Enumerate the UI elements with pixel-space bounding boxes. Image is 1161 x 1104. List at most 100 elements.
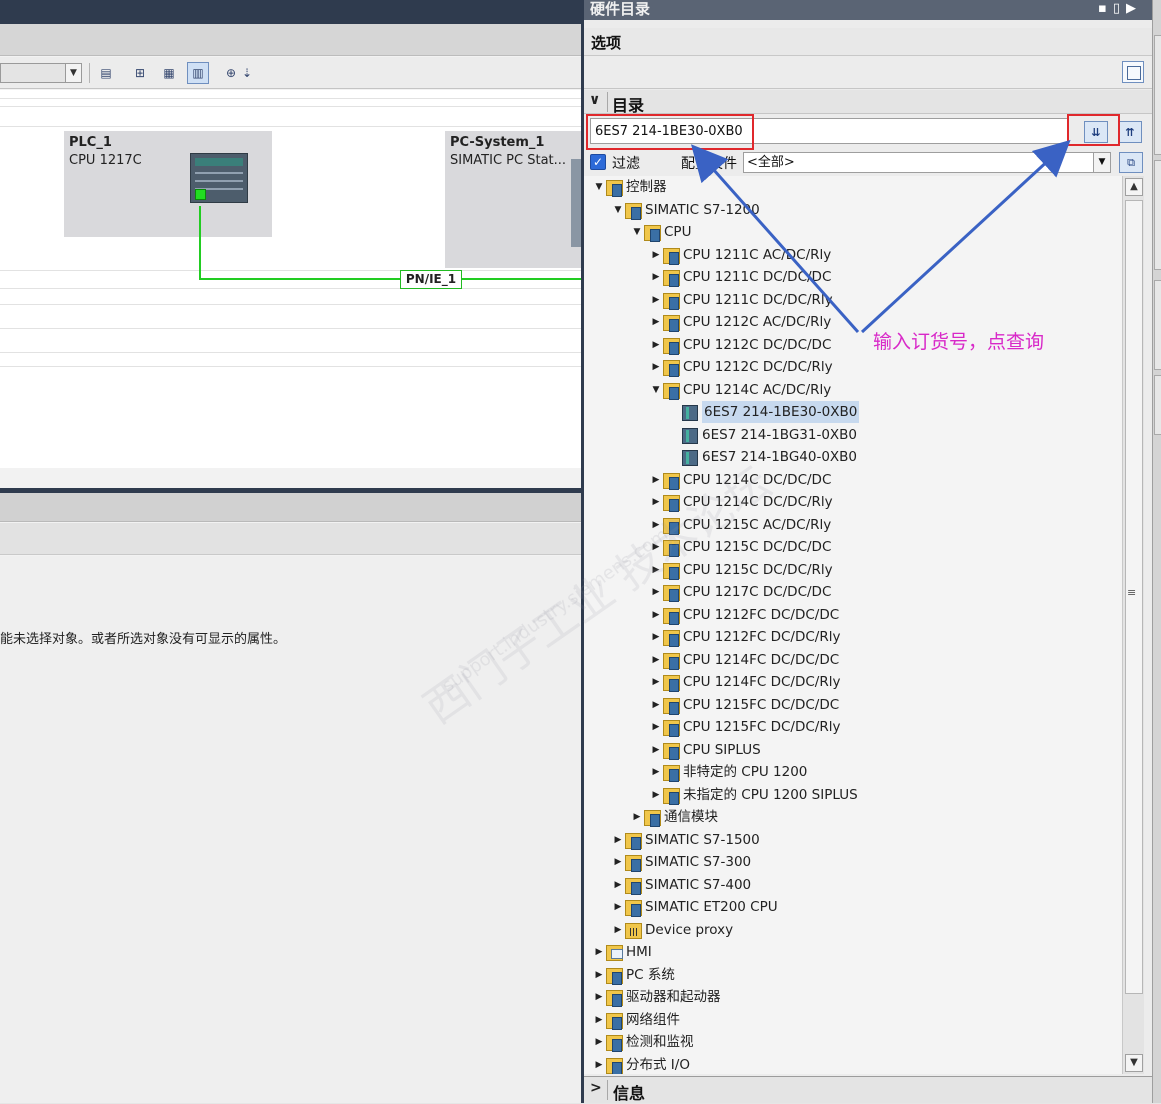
tree-node[interactable]: ▶ SIMATIC S7-400 (584, 874, 1122, 896)
tree-node[interactable]: ▶ CPU 1215C AC/DC/Rly (584, 514, 1122, 536)
tree-node[interactable]: ▶ CPU 1211C DC/DC/DC (584, 266, 1122, 288)
chevron-down-icon[interactable]: ∨ (589, 92, 600, 108)
tree-node[interactable]: ▶ CPU 1214FC DC/DC/DC (584, 649, 1122, 671)
connection-type-dropdown[interactable]: ▼ (0, 63, 82, 83)
expand-right-icon[interactable]: ▶ (651, 469, 661, 491)
expand-right-icon[interactable]: ▶ (613, 874, 623, 896)
expand-down-icon[interactable]: ▼ (632, 221, 642, 243)
chevron-right-icon[interactable]: > (590, 1080, 602, 1096)
tree-node[interactable]: ▶ 未指定的 CPU 1200 SIPLUS (584, 784, 1122, 806)
catalog-item[interactable]: 6ES7 214-1BG31-0XB0 (584, 424, 1122, 446)
filter-checkbox[interactable]: ✓ (590, 154, 606, 170)
tree-node[interactable]: ▶ CPU 1215C DC/DC/Rly (584, 559, 1122, 581)
expand-right-icon[interactable]: ▶ (651, 266, 661, 288)
tree-node[interactable]: ▶ 分布式 I/O (584, 1054, 1122, 1075)
device-pc-system[interactable]: PC-System_1 SIMATIC PC Stat... (445, 131, 581, 268)
tree-node[interactable]: ▶ CPU 1212FC DC/DC/Rly (584, 626, 1122, 648)
expand-right-icon[interactable]: ▶ (651, 649, 661, 671)
profile-settings-icon[interactable]: ⧉ (1119, 152, 1143, 173)
expand-right-icon[interactable]: ▶ (651, 536, 661, 558)
tree-node[interactable]: ▶ CPU 1214C DC/DC/Rly (584, 491, 1122, 513)
expand-right-icon[interactable]: ▶ (651, 514, 661, 536)
search-up-icon[interactable]: ⇈ (1118, 121, 1142, 143)
tree-node[interactable]: ▶ CPU 1215FC DC/DC/DC (584, 694, 1122, 716)
expand-down-icon[interactable]: ▼ (613, 199, 623, 221)
network-label[interactable]: PN/IE_1 (400, 270, 462, 289)
expand-right-icon[interactable]: ▶ (594, 1054, 604, 1075)
expand-right-icon[interactable]: ▶ (613, 919, 623, 941)
expand-right-icon[interactable]: ▶ (651, 356, 661, 378)
expand-right-icon[interactable]: ▶ (651, 671, 661, 693)
tab-tasks[interactable] (1154, 280, 1161, 370)
catalog-item[interactable]: 6ES7 214-1BG40-0XB0 (584, 446, 1122, 468)
tree-node[interactable]: ▶ CPU 1211C DC/DC/Rly (584, 289, 1122, 311)
network-line[interactable] (199, 206, 201, 280)
tab-libraries[interactable] (1154, 375, 1161, 435)
profinet-port-icon[interactable] (195, 189, 206, 200)
expand-right-icon[interactable]: ▶ (651, 311, 661, 333)
tree-node[interactable]: ▶ 驱动器和起动器 (584, 986, 1122, 1008)
tree-node[interactable]: ▶ Device proxy (584, 919, 1122, 941)
catalog-tree[interactable]: ▼ 控制器 ▼ SIMATIC S7-1200 ▼ CPU ▶ CPU 1211C AC/DC… (584, 176, 1122, 1074)
rename-icon[interactable]: ▤ (95, 62, 117, 84)
network-line[interactable] (199, 278, 581, 280)
expand-right-icon[interactable]: ▶ (651, 559, 661, 581)
zoom-in-icon[interactable]: ⊕ (220, 62, 242, 84)
tree-node[interactable]: ▶ CPU 1215FC DC/DC/Rly (584, 716, 1122, 738)
expand-right-icon[interactable]: ▶ (594, 964, 604, 986)
expand-down-icon[interactable]: ▼ (594, 176, 604, 198)
expand-right-icon[interactable]: ▶ (651, 716, 661, 738)
tree-node[interactable]: ▶ CPU 1215C DC/DC/DC (584, 536, 1122, 558)
chevron-down-icon[interactable]: ▼ (1093, 153, 1110, 172)
network-overview-icon[interactable]: ⊞ (129, 62, 151, 84)
panel-window-controls[interactable]: ▪▯▶ (1098, 0, 1142, 18)
expand-right-icon[interactable]: ▶ (651, 581, 661, 603)
tree-node[interactable]: ▶ CPU 1211C AC/DC/Rly (584, 244, 1122, 266)
tree-node[interactable]: ▶ CPU 1214FC DC/DC/Rly (584, 671, 1122, 693)
expand-right-icon[interactable]: ▶ (651, 244, 661, 266)
device-plc[interactable]: PLC_1 CPU 1217C (64, 131, 272, 237)
tree-node[interactable]: ▼ 控制器 (584, 176, 1122, 198)
expand-right-icon[interactable]: ▶ (594, 1009, 604, 1031)
expand-right-icon[interactable]: ▶ (632, 806, 642, 828)
tree-node[interactable]: ▶ 网络组件 (584, 1009, 1122, 1031)
scroll-up-icon[interactable]: ▲ (1125, 178, 1143, 196)
tree-node[interactable]: ▼ CPU 1214C AC/DC/Rly (584, 379, 1122, 401)
tab-hardware-catalog[interactable] (1154, 35, 1161, 155)
expand-right-icon[interactable]: ▶ (651, 694, 661, 716)
tree-node[interactable]: ▶ CPU 1214C DC/DC/DC (584, 469, 1122, 491)
chevron-down-icon[interactable]: ▼ (65, 64, 81, 82)
profile-dropdown[interactable]: <全部> ▼ (743, 152, 1111, 173)
catalog-section-header[interactable]: ∨ 目录 (584, 90, 1152, 115)
tree-node[interactable]: ▶ CPU 1217C DC/DC/DC (584, 581, 1122, 603)
expand-right-icon[interactable]: ▶ (651, 604, 661, 626)
tree-node[interactable]: ▶ 检测和监视 (584, 1031, 1122, 1053)
tree-node[interactable]: ▶ HMI (584, 941, 1122, 963)
expand-right-icon[interactable]: ▶ (651, 334, 661, 356)
expand-right-icon[interactable]: ▶ (651, 289, 661, 311)
options-section-header[interactable]: 选项 (584, 28, 1152, 56)
expand-right-icon[interactable]: ▶ (613, 829, 623, 851)
tree-node[interactable]: ▶ SIMATIC ET200 CPU (584, 896, 1122, 918)
tree-node[interactable]: ▶ CPU 1212FC DC/DC/DC (584, 604, 1122, 626)
expand-down-icon[interactable]: ▼ (651, 379, 661, 401)
expand-right-icon[interactable]: ▶ (651, 761, 661, 783)
expand-right-icon[interactable]: ▶ (651, 784, 661, 806)
zoom-dropdown-icon[interactable]: ⇣ (240, 62, 254, 84)
tree-node[interactable]: ▶ 通信模块 (584, 806, 1122, 828)
catalog-item[interactable]: 6ES7 214-1BE30-0XB0 (584, 401, 1122, 423)
tree-node[interactable]: ▼ CPU (584, 221, 1122, 243)
expand-right-icon[interactable]: ▶ (651, 626, 661, 648)
expand-right-icon[interactable]: ▶ (613, 851, 623, 873)
tree-node[interactable]: ▶ PC 系统 (584, 964, 1122, 986)
tree-node[interactable]: ▶ 非特定的 CPU 1200 (584, 761, 1122, 783)
tree-node[interactable]: ▶ SIMATIC S7-1500 (584, 829, 1122, 851)
table-view-icon[interactable]: ▥ (187, 62, 209, 84)
tree-node[interactable]: ▼ SIMATIC S7-1200 (584, 199, 1122, 221)
tree-node[interactable]: ▶ SIMATIC S7-300 (584, 851, 1122, 873)
tree-scrollbar[interactable]: ▲ ≡ ▼ (1122, 176, 1144, 1074)
expand-right-icon[interactable]: ▶ (594, 1031, 604, 1053)
info-section-header[interactable]: > 信息 (584, 1076, 1152, 1103)
grid-icon[interactable]: ▦ (158, 62, 180, 84)
panel-layout-icon[interactable] (1122, 61, 1144, 83)
